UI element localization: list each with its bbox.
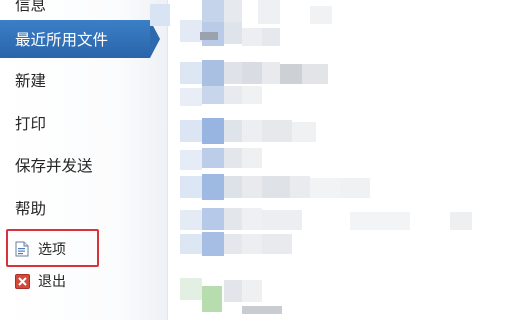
blurred-block (150, 4, 170, 26)
blurred-block (242, 280, 262, 302)
blurred-block (180, 278, 202, 300)
blurred-block (290, 176, 310, 198)
blurred-block (200, 32, 218, 40)
blurred-block (224, 208, 242, 230)
exit-x-icon (14, 273, 30, 289)
options-label: 选项 (38, 241, 66, 257)
blurred-block (202, 208, 224, 230)
blurred-block (262, 120, 292, 142)
backstage-nav: 信息 最近所用文件 新建 打印 保存并发送 帮助 选项 退出 (0, 0, 168, 320)
blurred-block (262, 176, 290, 198)
blurred-block (202, 118, 224, 144)
nav-item-new[interactable]: 新建 (0, 63, 160, 97)
blurred-block (224, 62, 242, 84)
nav-item-recent[interactable]: 最近所用文件 (0, 20, 150, 58)
nav-item-options[interactable]: 选项 (0, 232, 160, 266)
blurred-block (224, 120, 242, 142)
blurred-block (242, 28, 262, 46)
blurred-block (180, 62, 202, 84)
blurred-block (202, 0, 224, 24)
blurred-block (180, 176, 202, 198)
blurred-block (202, 86, 224, 104)
blurred-block (350, 212, 410, 230)
blurred-block (202, 232, 224, 256)
blurred-block (262, 28, 280, 46)
blurred-block (262, 210, 302, 230)
exit-label: 退出 (38, 273, 66, 289)
blurred-block (202, 174, 224, 200)
blurred-block (242, 176, 262, 198)
blurred-block (262, 62, 280, 84)
blurred-block (302, 64, 328, 84)
nav-item-info[interactable]: 信息 (0, 0, 160, 21)
nav-item-save-send[interactable]: 保存并发送 (0, 148, 160, 182)
blurred-block (242, 62, 262, 84)
blurred-block (242, 120, 262, 142)
blurred-block (280, 64, 302, 84)
blurred-block (202, 286, 222, 312)
blurred-block (224, 148, 242, 168)
blurred-block (180, 234, 202, 254)
blurred-block (242, 306, 282, 314)
blurred-block (242, 86, 262, 104)
recent-files-panel (150, 0, 510, 320)
blurred-block (340, 178, 370, 198)
blurred-block (180, 20, 202, 42)
nav-item-exit[interactable]: 退出 (0, 264, 160, 298)
blurred-block (202, 148, 224, 168)
blurred-block (310, 6, 332, 24)
blurred-block (262, 234, 292, 254)
blurred-block (202, 60, 224, 86)
document-options-icon (14, 241, 30, 257)
blurred-block (242, 208, 262, 230)
blurred-block (258, 0, 280, 24)
blurred-block (310, 178, 340, 198)
nav-item-help[interactable]: 帮助 (0, 191, 160, 225)
blurred-block (224, 0, 242, 24)
blurred-block (292, 122, 316, 142)
blurred-block (224, 86, 242, 104)
blurred-block (224, 280, 242, 302)
blurred-block (224, 22, 242, 44)
blurred-block (180, 210, 202, 230)
nav-item-print[interactable]: 打印 (0, 106, 160, 140)
blurred-block (180, 120, 202, 142)
blurred-block (450, 212, 472, 230)
blurred-block (224, 176, 242, 198)
blurred-block (180, 150, 202, 170)
blurred-block (224, 234, 242, 254)
blurred-block (242, 234, 262, 254)
blurred-block (242, 148, 262, 168)
blurred-block (180, 88, 202, 106)
